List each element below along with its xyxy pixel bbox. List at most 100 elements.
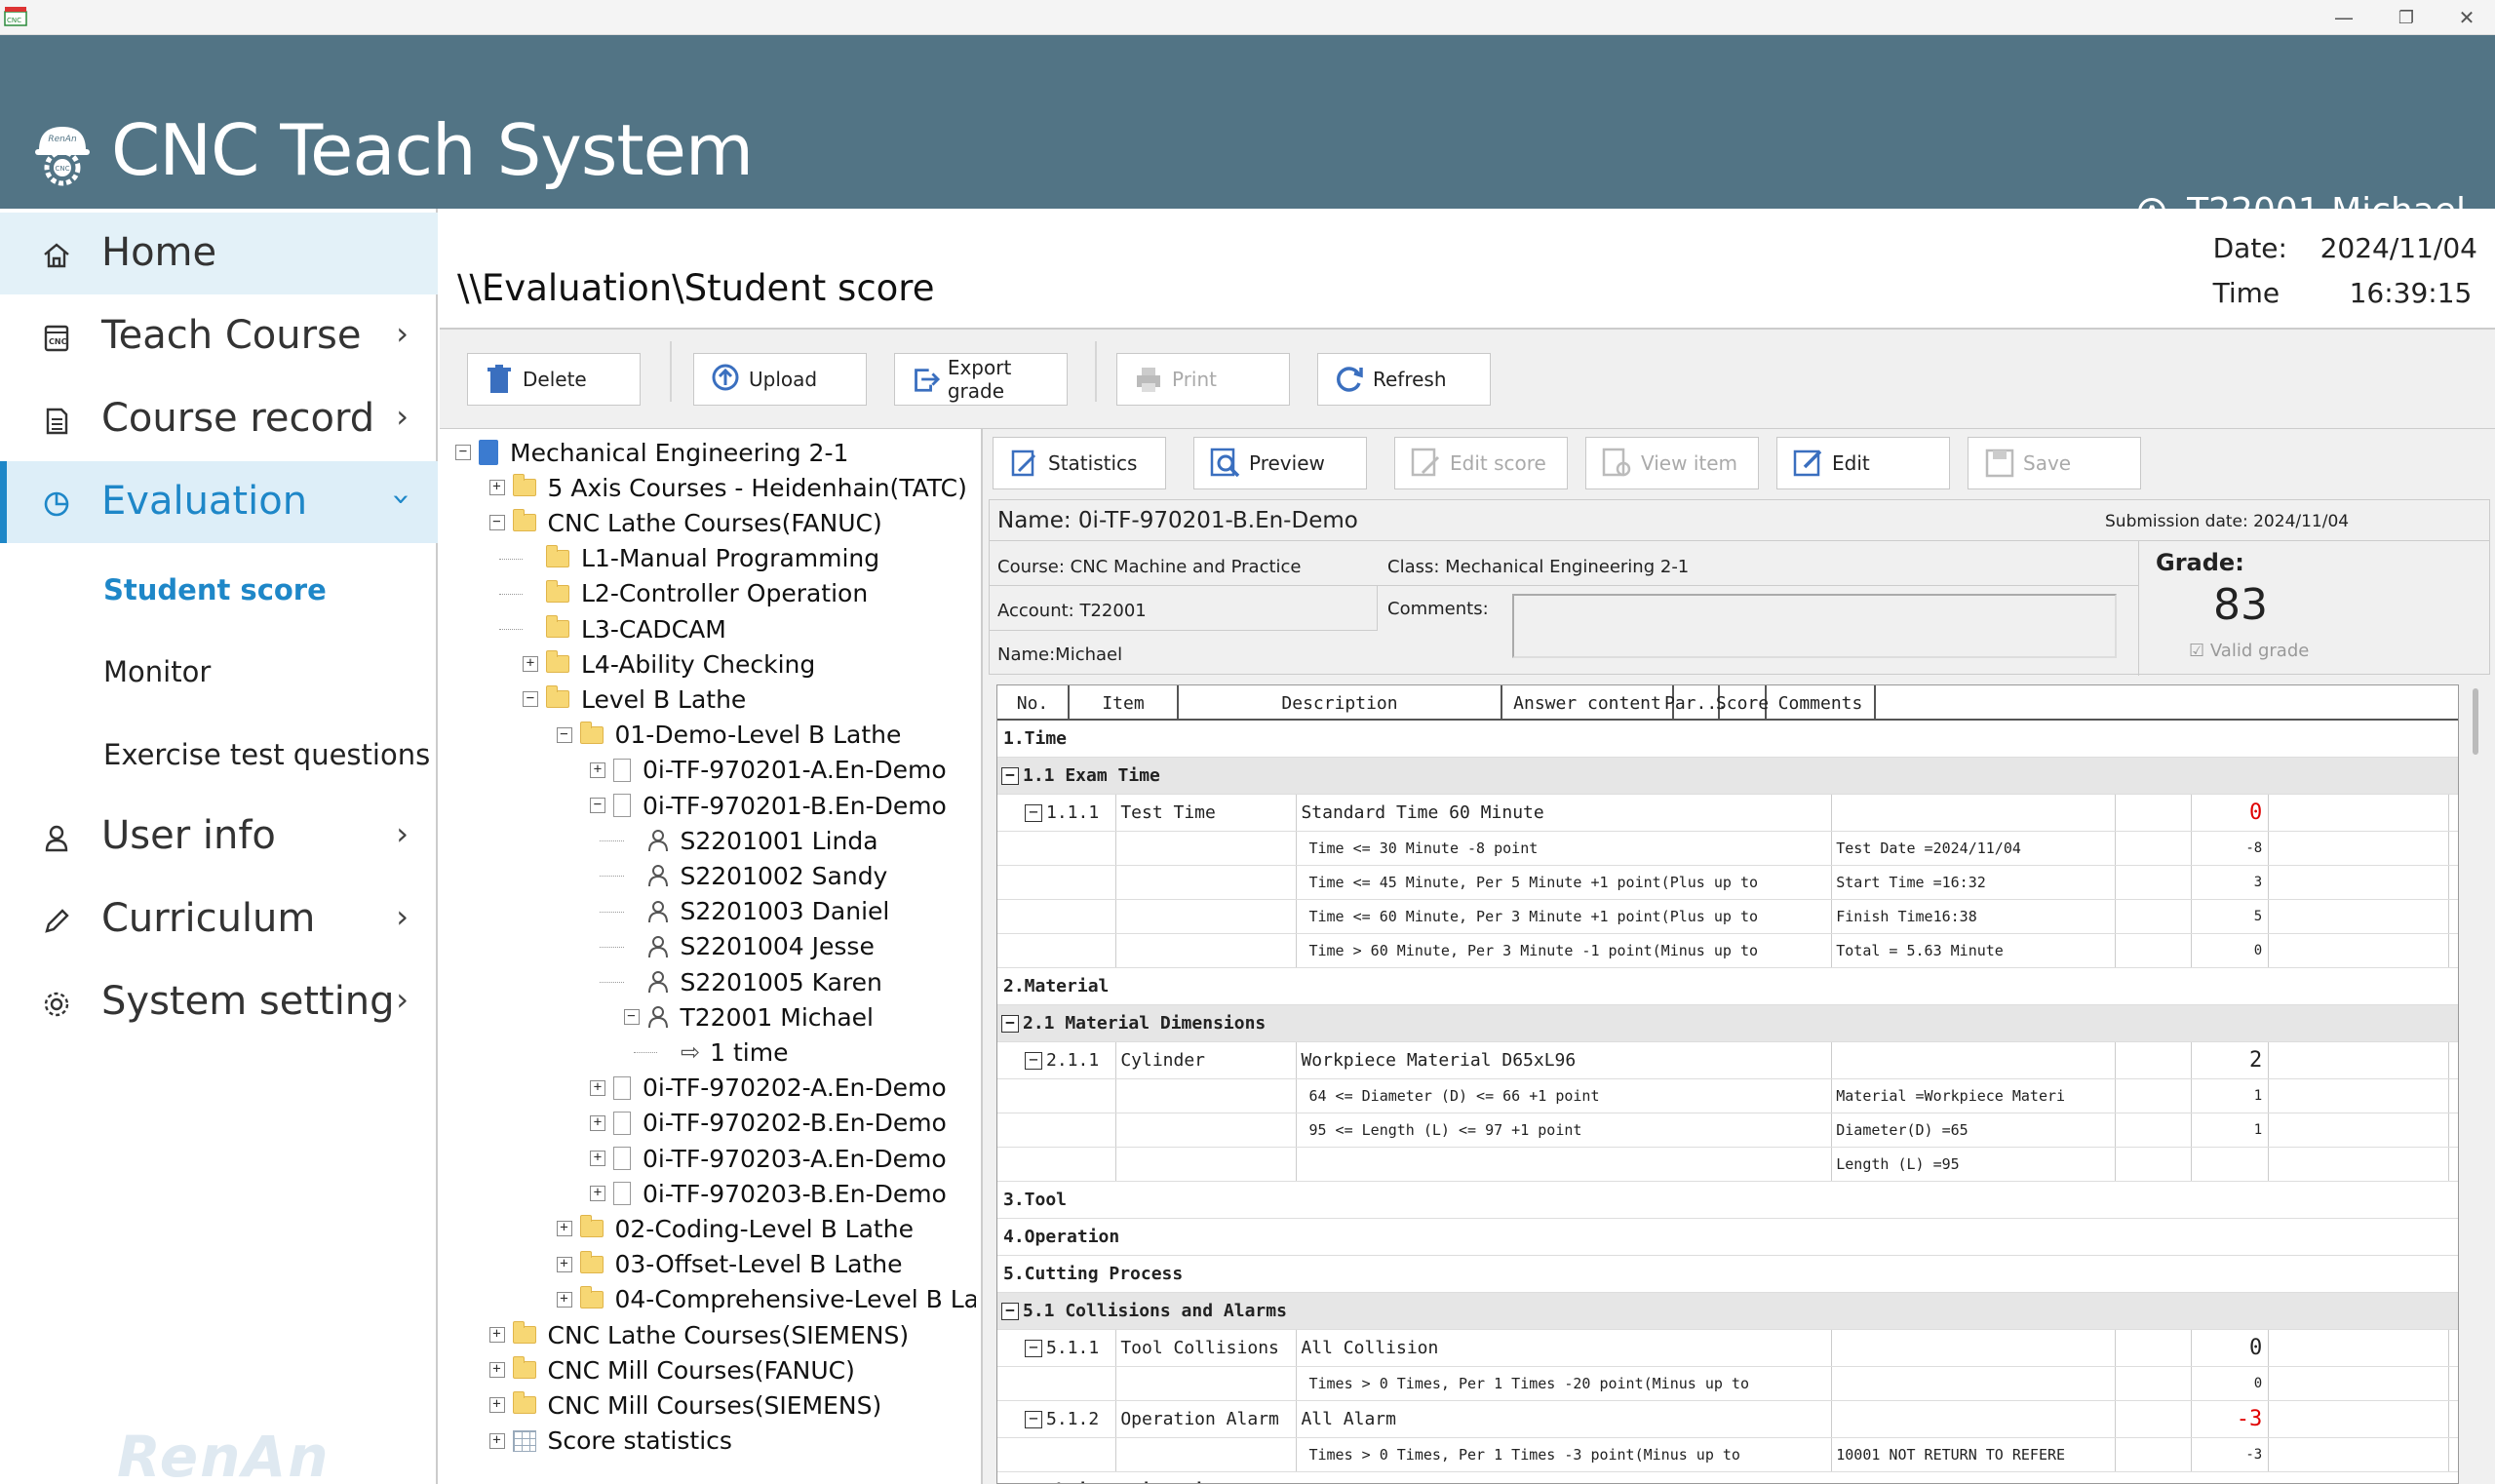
collapse-icon[interactable]: −	[1025, 803, 1042, 822]
table-row[interactable]: 4.Operation	[997, 1219, 2458, 1256]
table-row[interactable]: 6.Workpiece Dimension	[997, 1472, 2458, 1483]
minimize-button[interactable]: —	[2320, 0, 2368, 35]
table-row[interactable]: −2.1 Material Dimensions	[997, 1005, 2458, 1042]
column-header[interactable]: Par...	[1664, 685, 1728, 721]
tree-node[interactable]: T22001 Michael	[647, 999, 874, 1035]
tree-node[interactable]: 0i-TF-970202-A.En-Demo	[613, 1071, 947, 1106]
collapse-icon[interactable]: −	[488, 515, 505, 531]
close-button[interactable]: ✕	[2442, 0, 2491, 35]
tree-node[interactable]: 02-Coding-Level B Lathe	[579, 1211, 914, 1246]
tree-node[interactable]: Score statistics	[512, 1424, 732, 1459]
upload-button[interactable]: Upload	[693, 353, 867, 406]
expand-icon[interactable]: +	[556, 1291, 572, 1308]
expand-icon[interactable]: +	[590, 1151, 605, 1166]
preview-button[interactable]: Preview	[1193, 437, 1367, 489]
expand-icon[interactable]: +	[488, 1327, 505, 1343]
valid-grade-checkbox[interactable]: ☑ Valid grade	[2189, 641, 2309, 661]
edit-button[interactable]: Edit	[1776, 437, 1950, 489]
column-header[interactable]: Answer content	[1502, 685, 1674, 721]
nav-teach-course[interactable]: CNC Teach Course ›	[0, 295, 438, 377]
collapse-icon[interactable]: −	[523, 691, 538, 708]
tree-node[interactable]: L2-Controller Operation	[546, 576, 868, 611]
expand-icon[interactable]: +	[488, 1362, 505, 1379]
scroll-thumb[interactable]	[2473, 688, 2478, 755]
nav-user-info[interactable]: User info ›	[0, 796, 438, 878]
collapse-icon[interactable]: −	[590, 798, 605, 813]
table-row[interactable]: 5.Cutting Process	[997, 1256, 2458, 1293]
expand-icon[interactable]: +	[556, 1221, 572, 1237]
vertical-scrollbar[interactable]	[2467, 684, 2486, 1484]
table-row[interactable]: 3.Tool	[997, 1182, 2458, 1219]
collapse-icon[interactable]: −	[1025, 1410, 1042, 1428]
tree-node[interactable]: 04-Comprehensive-Level B Lathe	[579, 1282, 976, 1317]
column-header[interactable]: Description	[1179, 685, 1502, 721]
nav-system-setting[interactable]: System setting ›	[0, 961, 438, 1043]
table-row[interactable]: −5.1.1 Tool Collisions All Collision 0	[997, 1330, 2458, 1367]
expand-icon[interactable]: +	[590, 1079, 605, 1096]
tree-node[interactable]: L4-Ability Checking	[546, 646, 815, 682]
collapse-icon[interactable]: −	[623, 1009, 640, 1026]
nav-evaluation[interactable]: Evaluation ›	[0, 461, 438, 543]
tree-node[interactable]: S2201004 Jesse	[647, 929, 875, 964]
table-row[interactable]: −1.1 Exam Time	[997, 758, 2458, 795]
tree-node[interactable]: 5 Axis Courses - Heidenhain(TATC)	[512, 470, 967, 505]
tree-node[interactable]: CNC Lathe Courses(FANUC)	[512, 505, 882, 540]
table-row[interactable]: −5.1 Collisions and Alarms	[997, 1293, 2458, 1330]
tree-node[interactable]: S2201005 Karen	[647, 964, 882, 999]
tree-node[interactable]: 0i-TF-970201-A.En-Demo	[613, 753, 947, 788]
statistics-button[interactable]: Statistics	[993, 437, 1166, 489]
table-row[interactable]: 95 <= Length (L) <= 97 +1 point Diameter(…	[997, 1113, 2458, 1148]
subnav-monitor[interactable]: Monitor	[103, 655, 211, 688]
view-item-button[interactable]: View item	[1585, 437, 1759, 489]
table-row[interactable]: −2.1.1 Cylinder Workpiece Material D65xL96…	[997, 1042, 2458, 1079]
nav-course-record[interactable]: Course record ›	[0, 378, 438, 460]
tree-node[interactable]: S2201002 Sandy	[647, 858, 887, 893]
tree-node[interactable]: S2201001 Linda	[647, 823, 878, 858]
table-row[interactable]: Time <= 45 Minute, Per 5 Minute +1 point…	[997, 866, 2458, 900]
tree-node[interactable]: L3-CADCAM	[546, 611, 726, 646]
tree-node[interactable]: 03-Offset-Level B Lathe	[579, 1247, 902, 1282]
collapse-icon[interactable]: −	[455, 445, 471, 460]
collapse-icon[interactable]: −	[1025, 1051, 1042, 1070]
collapse-icon[interactable]: −	[1025, 1339, 1042, 1357]
collapse-icon[interactable]: −	[556, 726, 572, 743]
collapse-icon[interactable]: −	[1001, 1302, 1019, 1320]
table-row[interactable]: Times > 0 Times, Per 1 Times -3 point(Mi…	[997, 1438, 2458, 1472]
tree-node[interactable]: ⇨ 1 time	[681, 1035, 789, 1070]
comments-input[interactable]	[1512, 594, 2117, 658]
tree-node[interactable]: CNC Lathe Courses(SIEMENS)	[512, 1317, 909, 1352]
expand-icon[interactable]: +	[590, 1186, 605, 1202]
table-row[interactable]: Length (L) =95	[997, 1148, 2458, 1182]
expand-icon[interactable]: +	[590, 1114, 605, 1131]
expand-icon[interactable]: +	[488, 1432, 505, 1449]
table-row[interactable]: 1.Time	[997, 721, 2458, 758]
edit-score-button[interactable]: Edit score	[1394, 437, 1568, 489]
table-row[interactable]: Times > 0 Times, Per 1 Times -20 point(M…	[997, 1367, 2458, 1401]
collapse-icon[interactable]: −	[1001, 766, 1019, 785]
tree-node[interactable]: 0i-TF-970202-B.En-Demo	[613, 1106, 947, 1141]
tree-node[interactable]: CNC Mill Courses(FANUC)	[512, 1352, 855, 1387]
tree-node[interactable]: 0i-TF-970203-B.En-Demo	[613, 1176, 947, 1211]
table-row[interactable]: −1.1.1 Test Time Standard Time 60 Minute 0	[997, 795, 2458, 832]
tree-node[interactable]: 0i-TF-970201-B.En-Demo	[613, 788, 947, 823]
tree-node[interactable]: 0i-TF-970203-A.En-Demo	[613, 1141, 947, 1176]
tree-node[interactable]: CNC Mill Courses(SIEMENS)	[512, 1387, 881, 1423]
expand-icon[interactable]: +	[590, 762, 605, 778]
table-row[interactable]: 2.Material	[997, 968, 2458, 1005]
nav-curriculum[interactable]: Curriculum ›	[0, 879, 438, 960]
expand-icon[interactable]: +	[556, 1256, 572, 1272]
table-row[interactable]: Time <= 30 Minute -8 point Test Date =202…	[997, 832, 2458, 866]
subnav-student-score[interactable]: Student score	[103, 573, 327, 606]
table-row[interactable]: 64 <= Diameter (D) <= 66 +1 point Materia…	[997, 1079, 2458, 1113]
expand-icon[interactable]: +	[523, 656, 538, 673]
table-row[interactable]: Time <= 60 Minute, Per 3 Minute +1 point…	[997, 900, 2458, 934]
table-row[interactable]: −5.1.2 Operation Alarm All Alarm -3	[997, 1401, 2458, 1438]
nav-home[interactable]: Home	[0, 213, 438, 294]
tree-node[interactable]: 01-Demo-Level B Lathe	[579, 718, 901, 753]
column-header[interactable]: Score	[1716, 685, 1769, 721]
column-header[interactable]: No.	[997, 685, 1070, 721]
export-grade-button[interactable]: Export grade	[894, 353, 1068, 406]
tree-node[interactable]: S2201003 Daniel	[647, 894, 889, 929]
subnav-exercise-test-questions[interactable]: Exercise test questions	[103, 738, 430, 771]
expand-icon[interactable]: +	[488, 1397, 505, 1414]
